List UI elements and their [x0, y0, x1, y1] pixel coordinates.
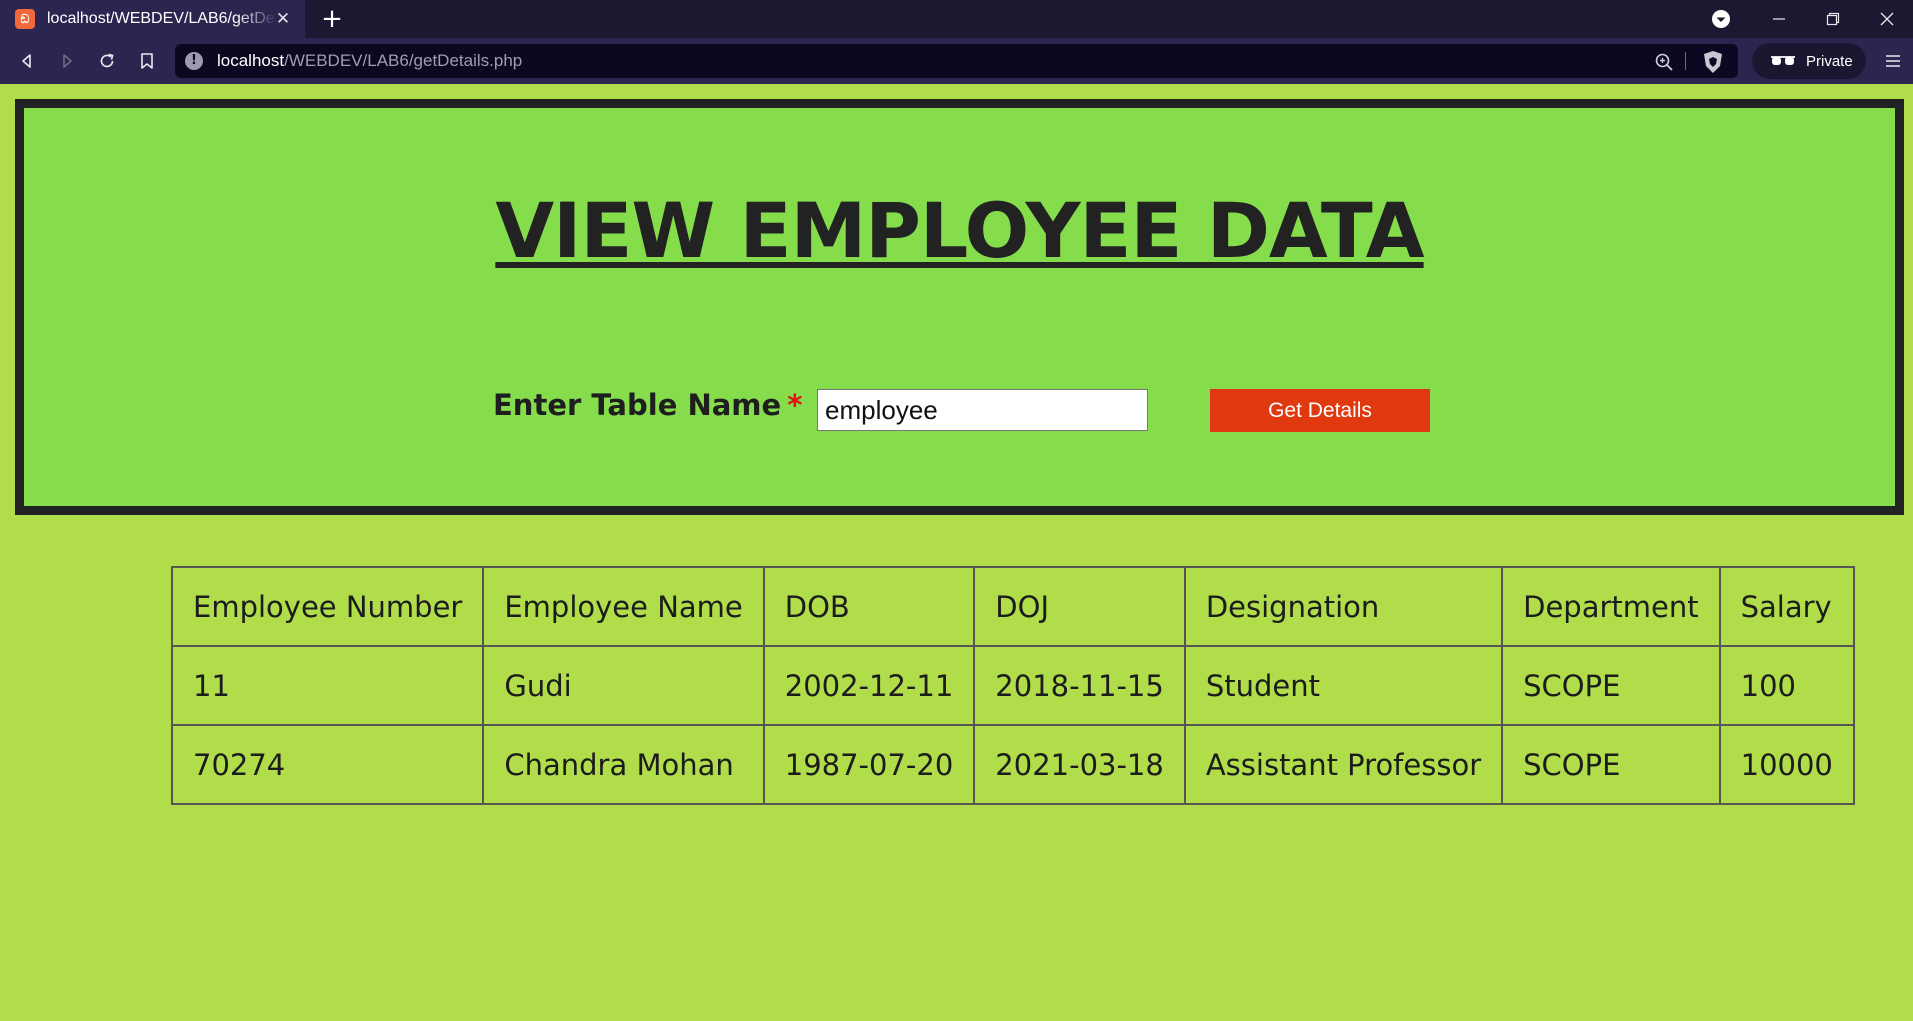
header-department: Department	[1501, 566, 1721, 647]
back-arrow-icon[interactable]	[14, 48, 40, 74]
header-designation: Designation	[1183, 566, 1504, 647]
xampp-icon: ඞ	[15, 9, 35, 29]
cell-salary: 100	[1718, 645, 1855, 726]
url-host: localhost	[217, 51, 285, 70]
url-text[interactable]: localhost/WEBDEV/LAB6/getDetails.php	[217, 51, 522, 71]
table-name-label-text: Enter Table Name	[493, 388, 782, 422]
forward-arrow-icon[interactable]	[54, 48, 80, 74]
tab-close-icon[interactable]: ✕	[273, 9, 293, 29]
brave-shield-icon[interactable]	[1702, 50, 1724, 74]
browser-toolbar: ! localhost/WEBDEV/LAB6/getDetails.php P…	[0, 38, 1913, 84]
get-details-button[interactable]: Get Details	[1210, 389, 1430, 432]
cell-designation: Student	[1183, 645, 1504, 726]
tab-title: localhost/WEBDEV/LAB6/getDetails.php	[47, 10, 277, 27]
table-row: 70274 Chandra Mohan 1987-07-20 2021-03-1…	[170, 724, 1855, 805]
cell-employee-name: Chandra Mohan	[482, 724, 765, 805]
cell-employee-number: 11	[170, 645, 485, 726]
browser-tab-active[interactable]: ඞ localhost/WEBDEV/LAB6/getDetails.php ✕	[0, 0, 305, 38]
url-path: /WEBDEV/LAB6/getDetails.php	[284, 51, 523, 70]
cell-doj: 2018-11-15	[973, 645, 1186, 726]
table-row: 11 Gudi 2002-12-11 2018-11-15 Student SC…	[170, 645, 1855, 726]
header-salary: Salary	[1718, 566, 1855, 647]
table-name-input[interactable]	[817, 389, 1148, 431]
window-close-icon[interactable]	[1860, 0, 1913, 38]
header-doj: DOJ	[973, 566, 1186, 647]
header-employee-name: Employee Name	[482, 566, 765, 647]
cell-dob: 2002-12-11	[762, 645, 976, 726]
cell-designation: Assistant Professor	[1183, 724, 1504, 805]
restore-icon[interactable]	[1806, 0, 1860, 38]
employee-table: Employee Number Employee Name DOB DOJ De…	[170, 566, 1855, 805]
private-window-badge[interactable]: Private	[1752, 43, 1866, 79]
page-title: VIEW EMPLOYEE DATA	[495, 186, 1424, 275]
header-dob: DOB	[762, 566, 976, 647]
zoom-icon[interactable]	[1654, 52, 1674, 72]
cell-salary: 10000	[1718, 724, 1855, 805]
cell-doj: 2021-03-18	[973, 724, 1186, 805]
private-label: Private	[1806, 52, 1853, 70]
header-employee-number: Employee Number	[170, 566, 485, 647]
form-panel: VIEW EMPLOYEE DATA Enter Table Name* Get…	[15, 99, 1904, 515]
incognito-glasses-icon	[1771, 56, 1795, 65]
required-marker: *	[787, 388, 803, 422]
cell-employee-name: Gudi	[482, 645, 765, 726]
table-name-label: Enter Table Name *	[493, 388, 802, 422]
reload-icon[interactable]	[94, 48, 120, 74]
cell-dob: 1987-07-20	[762, 724, 976, 805]
browser-tab-bar: ඞ localhost/WEBDEV/LAB6/getDetails.php ✕…	[0, 0, 1913, 38]
hamburger-menu-icon[interactable]	[1880, 48, 1906, 74]
new-tab-button[interactable]: +	[318, 5, 346, 33]
tab-search-icon[interactable]	[1710, 8, 1732, 30]
address-bar[interactable]: ! localhost/WEBDEV/LAB6/getDetails.php	[175, 44, 1738, 78]
cell-department: SCOPE	[1501, 645, 1721, 726]
address-divider	[1685, 52, 1686, 70]
site-info-icon[interactable]: !	[185, 52, 203, 70]
cell-employee-number: 70274	[170, 724, 485, 805]
bookmark-icon[interactable]	[134, 48, 160, 74]
cell-department: SCOPE	[1501, 724, 1721, 805]
table-header-row: Employee Number Employee Name DOB DOJ De…	[170, 566, 1855, 647]
minimize-icon[interactable]	[1752, 0, 1806, 38]
